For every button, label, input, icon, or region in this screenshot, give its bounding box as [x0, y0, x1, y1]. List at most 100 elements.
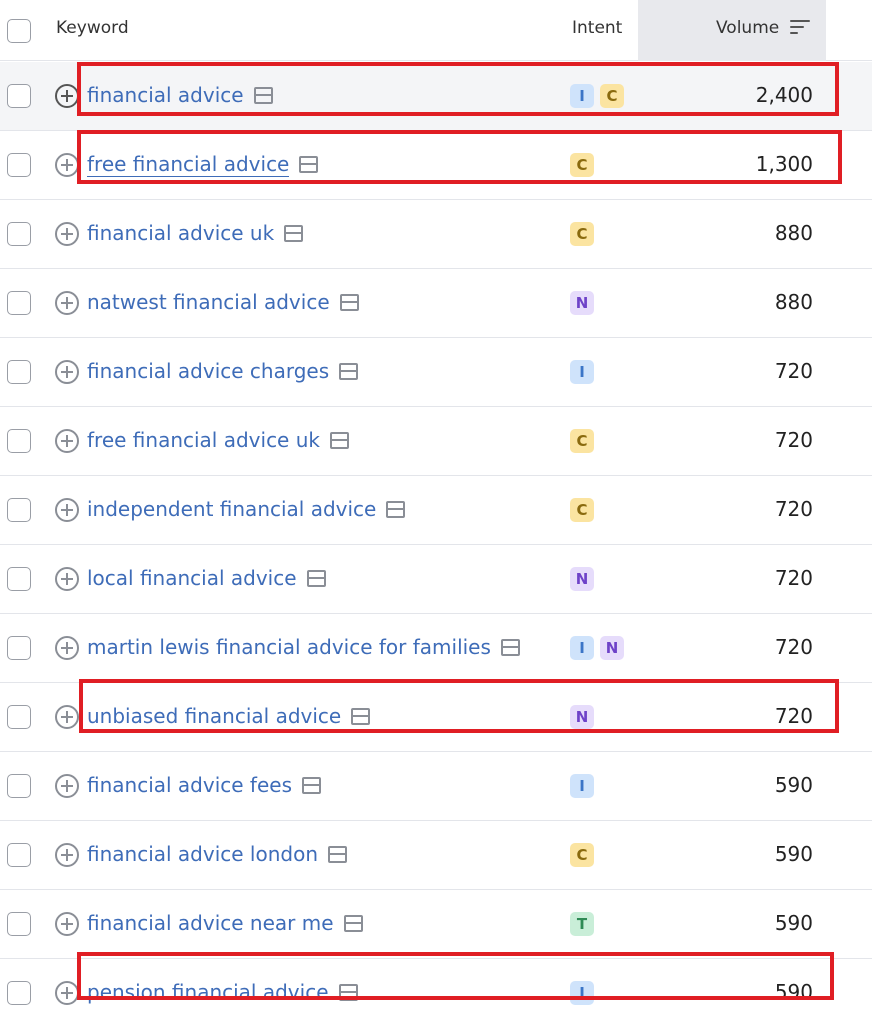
serp-preview-icon[interactable]: [329, 431, 349, 449]
serp-preview-icon[interactable]: [500, 638, 520, 656]
keyword-link[interactable]: martin lewis financial advice for famili…: [87, 635, 520, 659]
table-row[interactable]: financial advice uk C 880: [0, 200, 872, 269]
row-checkbox[interactable]: [7, 222, 31, 246]
keyword-link[interactable]: local financial advice: [87, 566, 326, 590]
intent-badges: T: [570, 912, 594, 936]
keyword-link[interactable]: natwest financial advice: [87, 290, 359, 314]
table-row[interactable]: natwest financial advice N 880: [0, 269, 872, 338]
row-checkbox[interactable]: [7, 981, 31, 1005]
intent-badges: I: [570, 981, 594, 1005]
volume-column-header[interactable]: Volume: [638, 0, 826, 61]
table-row[interactable]: financial advice charges I 720: [0, 338, 872, 407]
row-checkbox[interactable]: [7, 705, 31, 729]
keyword-text: free financial advice: [87, 152, 290, 177]
table-row[interactable]: financial advice london C 590: [0, 821, 872, 890]
row-checkbox[interactable]: [7, 567, 31, 591]
intent-badge: T: [570, 912, 594, 936]
serp-preview-icon[interactable]: [339, 293, 359, 311]
serp-preview-icon[interactable]: [338, 983, 358, 1001]
table-row[interactable]: local financial advice N 720: [0, 545, 872, 614]
intent-badges: I: [570, 360, 594, 384]
serp-preview-icon[interactable]: [284, 224, 304, 242]
serp-preview-icon[interactable]: [302, 776, 321, 794]
serp-preview-icon[interactable]: [386, 500, 406, 518]
serp-preview-icon[interactable]: [328, 845, 348, 863]
serp-preview-icon[interactable]: [306, 569, 326, 587]
volume-value: 720: [774, 428, 813, 452]
row-checkbox[interactable]: [7, 153, 31, 177]
volume-value: 880: [774, 290, 813, 314]
intent-badge: C: [570, 429, 594, 453]
add-to-list-icon[interactable]: [55, 774, 79, 798]
row-checkbox[interactable]: [7, 360, 31, 384]
row-checkbox[interactable]: [7, 636, 31, 660]
serp-preview-icon[interactable]: [339, 362, 359, 380]
table-row[interactable]: free financial advice uk C 720: [0, 407, 872, 476]
keyword-link[interactable]: financial advice charges: [87, 359, 359, 383]
row-checkbox[interactable]: [7, 429, 31, 453]
add-to-list-icon[interactable]: [55, 84, 79, 108]
keyword-text: financial advice london: [87, 842, 319, 866]
add-to-list-icon[interactable]: [55, 843, 79, 867]
keyword-link[interactable]: financial advice fees: [87, 773, 321, 797]
row-checkbox[interactable]: [7, 291, 31, 315]
keyword-column-header[interactable]: Keyword: [56, 18, 129, 38]
intent-badges: N: [570, 705, 594, 729]
volume-value: 720: [774, 635, 813, 659]
table-row[interactable]: independent financial advice C 720: [0, 476, 872, 545]
add-to-list-icon[interactable]: [55, 705, 79, 729]
table-row[interactable]: financial advice I C 2,400: [0, 62, 872, 131]
add-to-list-icon[interactable]: [55, 636, 79, 660]
add-to-list-icon[interactable]: [55, 498, 79, 522]
table-header: Keyword Intent Volume: [0, 0, 872, 61]
row-checkbox[interactable]: [7, 843, 31, 867]
row-checkbox[interactable]: [7, 774, 31, 798]
intent-badges: C: [570, 843, 594, 867]
add-to-list-icon[interactable]: [55, 153, 79, 177]
keyword-link[interactable]: financial advice near me: [87, 911, 363, 935]
keyword-link[interactable]: financial advice uk: [87, 221, 304, 245]
table-row[interactable]: martin lewis financial advice for famili…: [0, 614, 872, 683]
serp-preview-icon[interactable]: [253, 86, 273, 104]
table-row[interactable]: financial advice near me T 590: [0, 890, 872, 959]
keyword-text: pension financial advice: [87, 980, 329, 1004]
keyword-link[interactable]: independent financial advice: [87, 497, 406, 521]
add-to-list-icon[interactable]: [55, 222, 79, 246]
add-to-list-icon[interactable]: [55, 567, 79, 591]
intent-badge: N: [600, 636, 624, 660]
keyword-text: financial advice charges: [87, 359, 330, 383]
add-to-list-icon[interactable]: [55, 912, 79, 936]
table-row[interactable]: financial advice fees I 590: [0, 752, 872, 821]
keyword-text: natwest financial advice: [87, 290, 330, 314]
table-row[interactable]: pension financial advice I 590: [0, 959, 872, 1024]
keyword-link[interactable]: financial advice london: [87, 842, 348, 866]
table-row[interactable]: unbiased financial advice N 720: [0, 683, 872, 752]
select-all-checkbox[interactable]: [7, 19, 31, 43]
sort-descending-icon[interactable]: [790, 20, 810, 36]
serp-preview-icon[interactable]: [351, 707, 371, 725]
intent-badge: I: [570, 360, 594, 384]
row-checkbox[interactable]: [7, 84, 31, 108]
serp-preview-icon[interactable]: [343, 914, 363, 932]
intent-column-header[interactable]: Intent: [572, 18, 622, 38]
intent-badges: I: [570, 774, 594, 798]
row-checkbox[interactable]: [7, 498, 31, 522]
serp-preview-icon[interactable]: [299, 156, 319, 173]
intent-badge: I: [570, 981, 594, 1005]
keyword-link[interactable]: financial advice: [87, 83, 273, 107]
add-to-list-icon[interactable]: [55, 429, 79, 453]
table-row[interactable]: free financial advice C 1,300: [0, 131, 872, 200]
intent-badge: N: [570, 291, 594, 315]
volume-column-label: Volume: [716, 18, 780, 38]
add-to-list-icon[interactable]: [55, 360, 79, 384]
keyword-link[interactable]: free financial advice: [87, 152, 319, 177]
row-checkbox[interactable]: [7, 912, 31, 936]
intent-badges: N: [570, 291, 594, 315]
intent-badge: C: [570, 222, 594, 246]
keyword-link[interactable]: free financial advice uk: [87, 428, 349, 452]
intent-badges: N: [570, 567, 594, 591]
keyword-link[interactable]: unbiased financial advice: [87, 704, 371, 728]
keyword-link[interactable]: pension financial advice: [87, 980, 358, 1004]
add-to-list-icon[interactable]: [55, 981, 79, 1005]
add-to-list-icon[interactable]: [55, 291, 79, 315]
